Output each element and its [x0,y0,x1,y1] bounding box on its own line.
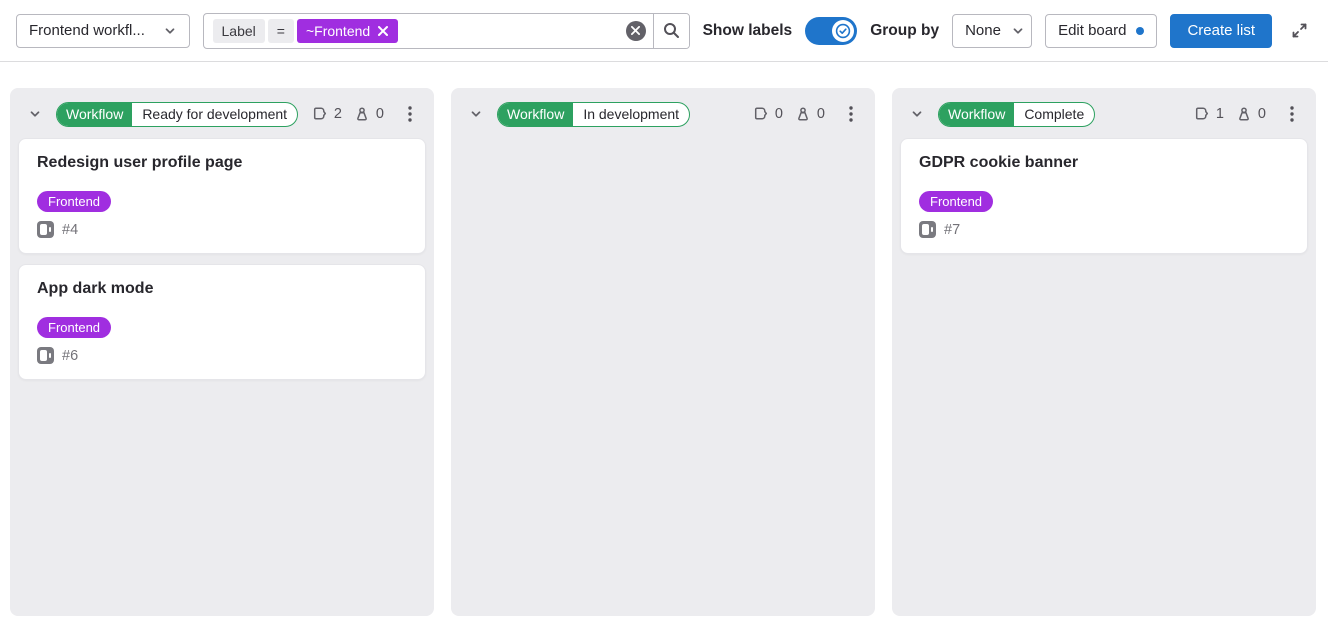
card-list: Redesign user profile page Frontend #4 A… [18,136,426,380]
issues-count-icon [312,106,328,122]
list-meta: 0 0 [753,106,831,122]
list-header: Workflow Complete 1 0 [900,96,1308,136]
label-value: In development [573,103,689,126]
label-scope: Workflow [498,103,573,126]
list-settings-button[interactable] [843,102,859,126]
issue-labels: Frontend [37,191,407,212]
filter-token-field[interactable]: Label [213,19,265,43]
weight-count: 0 [1258,106,1266,122]
issue-labels: Frontend [37,317,407,338]
fullscreen-button[interactable] [1287,18,1312,43]
board-switcher-value: Frontend workfl... [29,22,145,39]
board-toolbar: Frontend workfl... Label = ~Frontend Sho… [0,0,1328,62]
edit-board-notification-dot [1136,27,1144,35]
list-header: Workflow In development 0 0 [459,96,867,136]
issue-card[interactable]: App dark mode Frontend #6 [18,264,426,380]
label-scope: Workflow [939,103,1014,126]
issue-count: 0 [775,106,783,122]
label-value: Ready for development [132,103,297,126]
weight-count: 0 [376,106,384,122]
weight-count: 0 [817,106,825,122]
label-pill[interactable]: Frontend [37,191,111,212]
board-list-ready-for-development: Workflow Ready for development 2 0 [10,88,434,616]
collapse-list-button[interactable] [467,105,485,123]
issue-count: 2 [334,106,342,122]
issue-board: Workflow Ready for development 2 0 [0,62,1328,616]
list-settings-button[interactable] [1284,102,1300,126]
vertical-ellipsis-icon [1290,106,1294,122]
list-scoped-label: Workflow Ready for development [56,102,298,127]
label-scope: Workflow [57,103,132,126]
group-by-label: Group by [870,22,939,40]
remove-token-icon[interactable] [377,25,389,37]
card-list [459,136,867,138]
list-header: Workflow Ready for development 2 0 [18,96,426,136]
issue-card[interactable]: Redesign user profile page Frontend #4 [18,138,426,254]
issue-count: 1 [1216,106,1224,122]
filter-search-bar[interactable]: Label = ~Frontend [203,13,690,49]
expand-icon [1291,22,1308,39]
issue-title[interactable]: GDPR cookie banner [919,154,1289,172]
issue-reference: #4 [62,222,78,238]
create-list-button[interactable]: Create list [1170,14,1272,48]
show-labels-label: Show labels [703,22,793,40]
list-meta: 1 0 [1194,106,1272,122]
vertical-ellipsis-icon [849,106,853,122]
create-list-label: Create list [1187,22,1255,39]
vertical-ellipsis-icon [408,106,412,122]
label-pill[interactable]: Frontend [37,317,111,338]
issue-labels: Frontend [919,191,1289,212]
show-labels-toggle[interactable] [805,17,857,45]
issue-title[interactable]: Redesign user profile page [37,154,407,172]
list-settings-button[interactable] [402,102,418,126]
weight-icon [795,106,811,122]
filter-token-group: Label = ~Frontend [213,19,619,43]
issues-count-icon [1194,106,1210,122]
issue-reference: #6 [62,348,78,364]
issue-card[interactable]: GDPR cookie banner Frontend #7 [900,138,1308,254]
weight-icon [354,106,370,122]
filter-token-value[interactable]: ~Frontend [297,19,398,43]
project-avatar [37,347,54,364]
board-list-complete: Workflow Complete 1 0 [892,88,1316,616]
clear-search-button[interactable] [619,14,653,48]
edit-board-button[interactable]: Edit board [1045,14,1157,48]
list-scoped-label: Workflow In development [497,102,690,127]
issue-card-footer: #4 [37,221,407,238]
collapse-list-button[interactable] [908,105,926,123]
chevron-down-icon [163,24,177,38]
issue-reference: #7 [944,222,960,238]
issue-card-footer: #7 [919,221,1289,238]
board-list-in-development: Workflow In development 0 0 [451,88,875,616]
issue-title[interactable]: App dark mode [37,280,407,298]
check-circle-icon [835,23,851,39]
card-list: GDPR cookie banner Frontend #7 [900,136,1308,254]
label-pill[interactable]: Frontend [919,191,993,212]
chevron-down-icon [28,107,42,121]
board-switcher-dropdown[interactable]: Frontend workfl... [16,14,190,48]
chevron-down-icon [910,107,924,121]
issue-card-footer: #6 [37,347,407,364]
project-avatar [37,221,54,238]
group-by-value: None [965,22,1001,39]
clear-icon [626,21,646,41]
project-avatar [919,221,936,238]
weight-icon [1236,106,1252,122]
chevron-down-icon [469,107,483,121]
toggle-knob [832,20,854,42]
filter-token-value-text: ~Frontend [306,23,370,39]
edit-board-label: Edit board [1058,22,1126,39]
search-icon [663,22,680,39]
chevron-down-icon [1011,24,1025,38]
list-meta: 2 0 [312,106,390,122]
label-value: Complete [1014,103,1094,126]
group-by-dropdown[interactable]: None [952,14,1032,48]
filter-token-operator[interactable]: = [268,19,294,43]
search-button[interactable] [653,14,689,48]
collapse-list-button[interactable] [26,105,44,123]
issues-count-icon [753,106,769,122]
list-scoped-label: Workflow Complete [938,102,1095,127]
